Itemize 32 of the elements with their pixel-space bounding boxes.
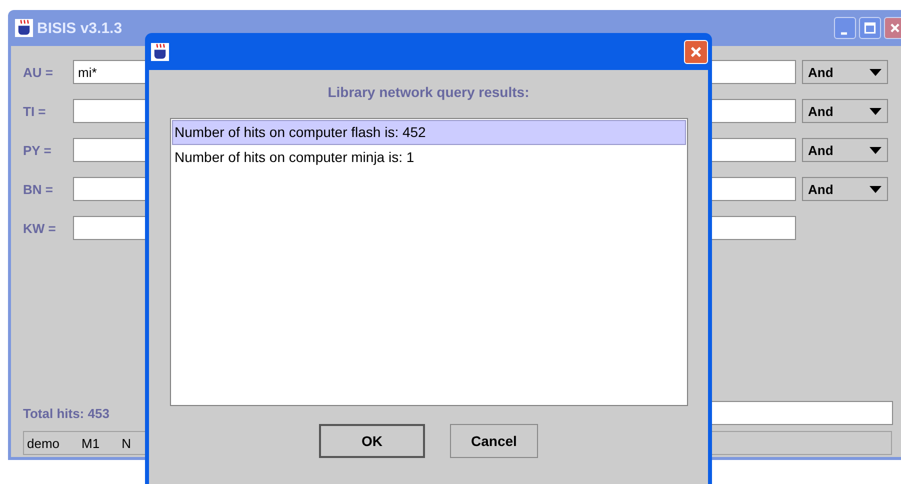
field-label: PY = [23,142,52,158]
status-text: demo [27,436,60,450]
close-icon [889,22,901,34]
close-icon [689,44,703,58]
cancel-button[interactable]: Cancel [450,424,538,458]
close-button[interactable] [884,17,901,39]
operator-dropdown[interactable]: And [802,177,888,201]
ok-button[interactable]: OK [319,424,426,458]
maximize-button[interactable] [859,17,881,39]
caret-icon [869,108,882,114]
field-label: TI = [23,104,47,118]
caret-icon [869,68,882,76]
field-label: BN = [23,182,54,196]
minimize-button[interactable] [834,17,856,39]
caret-icon [869,146,882,154]
field-label: AU = [23,64,54,80]
maximize-icon [864,22,876,34]
window-title: BISIS v3.1.3 [37,20,122,36]
cup-icon [151,42,169,60]
result-item[interactable]: Number of hits on computer minja is: 1 [172,145,686,170]
status-text: M1 [82,436,100,450]
operator-dropdown[interactable]: And [802,60,888,84]
dialog-heading: Library network query results: [328,84,530,100]
field-label: KW = [23,220,57,236]
operator-dropdown[interactable]: And [802,138,888,162]
result-item[interactable]: Number of hits on computer flash is: 452 [172,120,686,145]
total-hits-label: Total hits: 453 [23,406,110,420]
operator-dropdown[interactable]: And [802,99,888,123]
status-text: N [122,436,131,450]
cup-icon [15,19,33,37]
minimize-icon [840,32,846,34]
caret-icon [869,186,882,192]
